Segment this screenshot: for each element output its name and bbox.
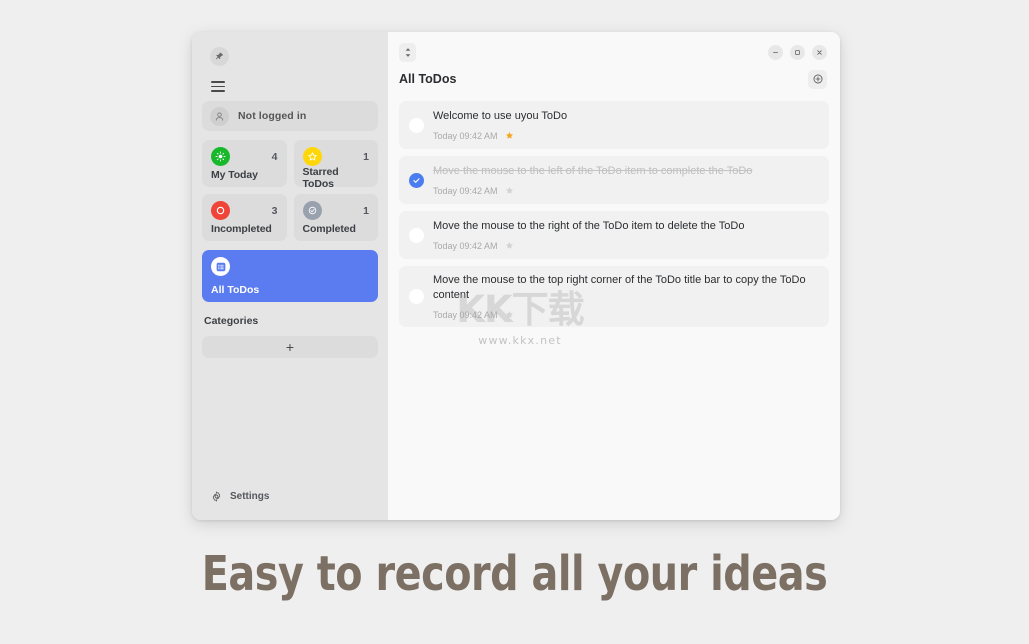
check-circle-icon bbox=[302, 201, 322, 220]
todo-meta: Today 09:42 AM bbox=[433, 310, 815, 320]
sidebar: Not logged in 4 My Today 1 Starred ToDos… bbox=[192, 32, 388, 520]
hamburger-bar bbox=[211, 81, 225, 83]
todo-text: Welcome to use uyou ToDo bbox=[433, 110, 568, 123]
minimize-icon[interactable] bbox=[768, 44, 783, 60]
stat-label: Incompleted bbox=[211, 223, 272, 235]
todo-check-wrap bbox=[399, 227, 433, 243]
todo-time: Today 09:42 AM bbox=[433, 309, 498, 320]
hamburger-icon[interactable] bbox=[211, 81, 225, 92]
todo-meta: Today 09:42 AM bbox=[433, 131, 815, 141]
add-category-button[interactable]: + bbox=[202, 336, 378, 358]
todo-check-wrap bbox=[399, 117, 433, 133]
sort-updown-icon[interactable] bbox=[399, 42, 416, 62]
add-category-label: + bbox=[285, 339, 295, 355]
stat-card-top: 1 bbox=[302, 201, 369, 220]
sidebar-item-settings[interactable]: Settings bbox=[202, 491, 378, 520]
account-label: Not logged in bbox=[238, 110, 307, 122]
page-title: All ToDos bbox=[399, 72, 457, 86]
plus-circle-icon[interactable] bbox=[808, 69, 827, 89]
stat-label: My Today bbox=[211, 169, 258, 181]
list-icon bbox=[211, 257, 230, 276]
close-icon[interactable] bbox=[812, 44, 827, 60]
stat-card-starred-todos[interactable]: 1 Starred ToDos bbox=[293, 140, 378, 190]
star-icon[interactable] bbox=[505, 241, 514, 250]
todo-item[interactable]: Welcome to use uyou ToDo Today 09:42 AM bbox=[399, 101, 829, 149]
hamburger-bar bbox=[211, 90, 225, 92]
todo-list: Welcome to use uyou ToDo Today 09:42 AM bbox=[388, 93, 840, 327]
star-icon bbox=[302, 147, 322, 166]
person-icon bbox=[210, 106, 229, 126]
todo-check-wrap bbox=[399, 172, 433, 188]
sun-icon bbox=[211, 147, 230, 166]
stat-card-grid: 4 My Today 1 Starred ToDos 3 Incompleted… bbox=[202, 140, 378, 241]
todo-item[interactable]: Move the mouse to the left of the ToDo i… bbox=[399, 156, 829, 204]
todo-body: Move the mouse to the top right corner o… bbox=[433, 273, 815, 320]
todo-text: Move the mouse to the left of the ToDo i… bbox=[433, 165, 753, 178]
stat-card-top: 1 bbox=[302, 147, 369, 166]
stat-count: 4 bbox=[271, 150, 278, 163]
todo-body: Welcome to use uyou ToDo Today 09:42 AM bbox=[433, 109, 815, 141]
categories-heading: Categories bbox=[204, 315, 259, 327]
sidebar-item-label: All ToDos bbox=[211, 284, 260, 296]
todo-text: Move the mouse to the right of the ToDo … bbox=[433, 220, 745, 233]
stat-count: 3 bbox=[271, 204, 278, 217]
todo-text: Move the mouse to the top right corner o… bbox=[433, 274, 806, 301]
gear-icon bbox=[211, 491, 222, 502]
stat-count: 1 bbox=[363, 150, 369, 163]
stat-label: Starred ToDos bbox=[302, 166, 339, 190]
star-icon[interactable] bbox=[505, 310, 514, 319]
maximize-icon[interactable] bbox=[790, 44, 805, 60]
todo-meta: Today 09:42 AM bbox=[433, 241, 815, 251]
settings-label: Settings bbox=[230, 491, 270, 502]
circle-icon bbox=[211, 201, 230, 220]
header-bar: All ToDos bbox=[388, 63, 840, 93]
checkbox-unchecked-icon[interactable] bbox=[408, 227, 424, 243]
todo-time: Today 09:42 AM bbox=[433, 130, 498, 141]
todo-item[interactable]: Move the mouse to the right of the ToDo … bbox=[399, 211, 829, 259]
stat-count: 1 bbox=[363, 204, 369, 217]
stat-label: Completed bbox=[302, 223, 356, 235]
checkbox-unchecked-icon[interactable] bbox=[408, 288, 424, 304]
todo-body: Move the mouse to the right of the ToDo … bbox=[433, 219, 815, 251]
todo-meta: Today 09:42 AM bbox=[433, 186, 815, 196]
todo-time: Today 09:42 AM bbox=[433, 240, 498, 251]
title-bar bbox=[388, 32, 840, 63]
main-panel: All ToDos Welcome to use uyou ToDo Today… bbox=[388, 32, 840, 520]
caption: Easy to record all your ideas bbox=[201, 546, 828, 602]
window-controls bbox=[768, 44, 827, 60]
todo-item[interactable]: Move the mouse to the top right corner o… bbox=[399, 266, 829, 327]
stat-card-top: 4 bbox=[211, 147, 278, 166]
sidebar-top-row bbox=[202, 32, 378, 71]
checkbox-checked-icon[interactable] bbox=[408, 172, 424, 188]
stat-card-incompleted[interactable]: 3 Incompleted bbox=[202, 194, 287, 241]
todo-check-wrap bbox=[399, 288, 433, 304]
account-row[interactable]: Not logged in bbox=[202, 101, 378, 131]
pin-icon[interactable] bbox=[210, 46, 229, 66]
checkbox-unchecked-icon[interactable] bbox=[408, 117, 424, 133]
stat-card-completed[interactable]: 1 Completed bbox=[293, 194, 378, 241]
sidebar-item-all-todos[interactable]: All ToDos bbox=[202, 250, 378, 302]
todo-body: Move the mouse to the left of the ToDo i… bbox=[433, 164, 815, 196]
hamburger-bar bbox=[211, 85, 225, 88]
todo-time: Today 09:42 AM bbox=[433, 185, 498, 196]
star-icon[interactable] bbox=[505, 131, 514, 140]
app-window: Not logged in 4 My Today 1 Starred ToDos… bbox=[192, 32, 840, 520]
stat-card-top: 3 bbox=[211, 201, 278, 220]
star-icon[interactable] bbox=[505, 186, 514, 195]
stat-card-my-today[interactable]: 4 My Today bbox=[202, 140, 287, 187]
